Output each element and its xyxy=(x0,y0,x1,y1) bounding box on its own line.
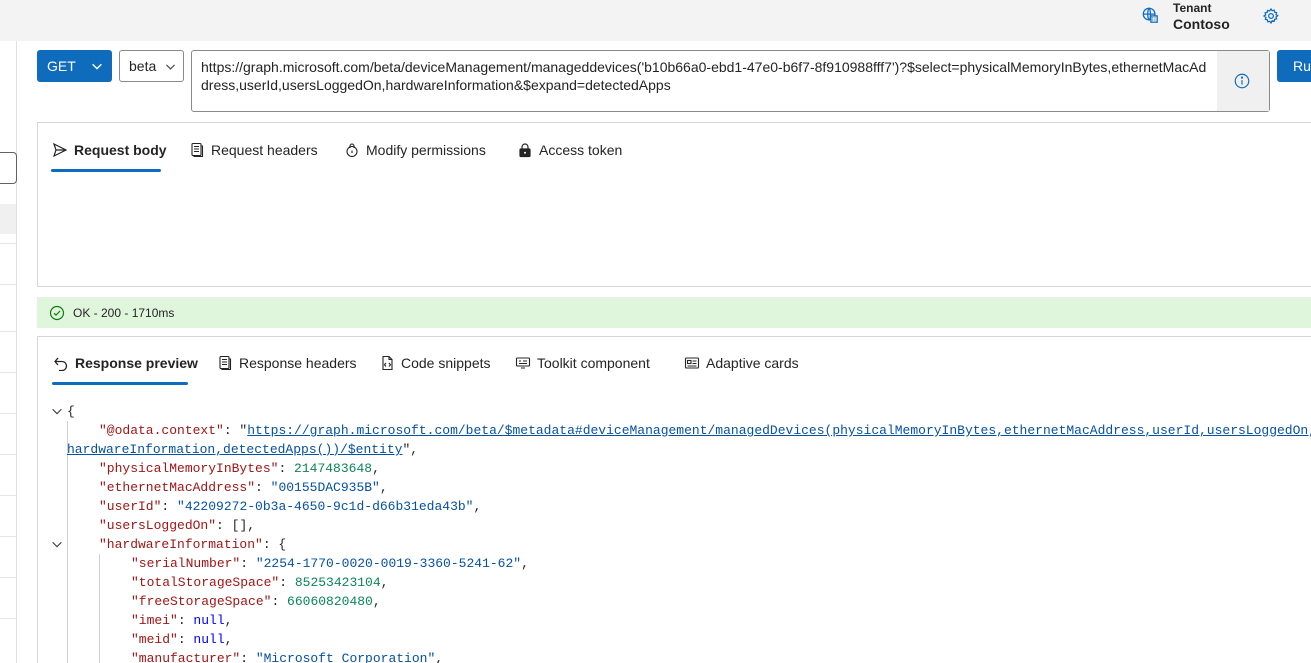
tab-modify-permissions[interactable]: Modify permissions xyxy=(344,139,486,161)
odata-context-link[interactable]: hardwareInformation,detectedApps())/$ent… xyxy=(67,442,402,457)
sidebar-divider xyxy=(0,331,16,332)
json-line: "userId": "42209272-0b3a-4650-9c1d-d66b3… xyxy=(99,499,482,514)
json-line: "usersLoggedOn": [], xyxy=(99,518,256,533)
json-line: hardwareInformation,detectedApps())/$ent… xyxy=(67,442,419,457)
tab-toolkit-component[interactable]: Toolkit component xyxy=(515,352,650,374)
tab-label: Toolkit component xyxy=(537,355,650,371)
active-tab-indicator xyxy=(52,382,188,385)
tab-label: Code snippets xyxy=(401,355,491,371)
checkmark-circle-icon xyxy=(49,305,65,320)
sidebar-divider xyxy=(0,618,16,619)
undo-arrow-icon xyxy=(54,357,68,371)
sidebar-divider xyxy=(0,577,16,578)
document-icon xyxy=(191,142,204,158)
status-bar: OK - 200 - 1710ms xyxy=(37,297,1311,328)
send-icon xyxy=(52,142,68,158)
sidebar-divider xyxy=(0,372,16,373)
response-panel: Response preview Response headers Code s… xyxy=(37,336,1311,663)
tab-response-headers[interactable]: Response headers xyxy=(217,352,357,374)
tab-response-preview[interactable]: Response preview xyxy=(53,352,198,374)
tenant-label: Tenant xyxy=(1173,1,1212,15)
query-url-text[interactable]: https://graph.microsoft.com/beta/deviceM… xyxy=(201,58,1211,94)
json-line: "imei": null, xyxy=(131,613,233,628)
status-text: OK - 200 - 1710ms xyxy=(73,305,175,320)
sidebar-divider xyxy=(0,413,16,414)
indent-guide xyxy=(99,554,100,663)
json-line: "freeStorageSpace": 66060820480, xyxy=(131,594,381,609)
document-icon xyxy=(219,355,232,371)
active-tab-indicator xyxy=(51,169,161,172)
sidebar-search-input[interactable] xyxy=(0,152,17,184)
sidebar-selected-item[interactable] xyxy=(0,204,16,234)
collapse-chevron-icon[interactable] xyxy=(50,404,64,418)
json-line: "hardwareInformation": { xyxy=(99,537,287,552)
tab-code-snippets[interactable]: Code snippets xyxy=(379,352,491,374)
json-line: "serialNumber": "2254-1770-0020-0019-336… xyxy=(131,556,529,571)
api-version-dropdown[interactable]: beta xyxy=(119,50,184,82)
tab-label: Response preview xyxy=(75,355,198,371)
sidebar-divider xyxy=(0,495,16,496)
card-icon xyxy=(684,357,700,369)
http-method-dropdown[interactable]: GET xyxy=(37,50,112,82)
chevron-down-icon xyxy=(166,64,175,70)
globe-building-icon xyxy=(1142,7,1158,23)
tab-label: Adaptive cards xyxy=(706,355,799,371)
tab-label: Request body xyxy=(74,142,167,158)
sidebar-divider xyxy=(0,243,16,244)
top-bar: Tenant Contoso xyxy=(0,0,1311,41)
tab-label: Response headers xyxy=(239,355,357,371)
query-info-button[interactable] xyxy=(1217,51,1269,111)
sidebar-divider xyxy=(0,536,16,537)
json-line: "meid": null, xyxy=(131,632,233,647)
json-line: "ethernetMacAddress": "00155DAC935B", xyxy=(99,480,388,495)
json-line: "@odata.context": "https://graph.microso… xyxy=(99,421,1311,440)
api-version-value: beta xyxy=(129,58,157,74)
tenant-name[interactable]: Contoso xyxy=(1173,16,1230,32)
json-line: "totalStorageSpace": 85253423104, xyxy=(131,575,389,590)
json-line: { xyxy=(67,404,75,419)
json-line: "physicalMemoryInBytes": 2147483648, xyxy=(99,461,380,476)
tab-adaptive-cards[interactable]: Adaptive cards xyxy=(684,352,799,374)
lock-icon xyxy=(519,143,531,158)
tab-request-headers[interactable]: Request headers xyxy=(189,139,318,161)
collapse-chevron-icon[interactable] xyxy=(50,537,64,551)
sidebar xyxy=(0,41,17,663)
request-panel: Request body Request headers Modify perm… xyxy=(37,122,1311,287)
json-line: "manufacturer": "Microsoft Corporation", xyxy=(131,651,444,663)
tab-access-token[interactable]: Access token xyxy=(517,139,622,161)
chevron-down-icon xyxy=(92,63,102,70)
run-query-button[interactable]: Ru xyxy=(1277,50,1311,82)
tab-label: Request headers xyxy=(211,142,318,158)
info-icon xyxy=(1234,73,1250,89)
code-document-icon xyxy=(382,355,393,371)
tab-request-body[interactable]: Request body xyxy=(52,139,167,161)
component-icon xyxy=(515,357,531,369)
odata-context-link[interactable]: https://graph.microsoft.com/beta/$metada… xyxy=(247,423,1311,438)
tab-label: Access token xyxy=(539,142,623,158)
http-method-value: GET xyxy=(47,58,76,74)
shield-lock-icon xyxy=(346,143,358,158)
sidebar-divider xyxy=(0,454,16,455)
query-url-input[interactable]: https://graph.microsoft.com/beta/deviceM… xyxy=(191,50,1270,112)
tab-label: Modify permissions xyxy=(366,142,486,158)
gear-icon[interactable] xyxy=(1262,7,1280,25)
sidebar-divider xyxy=(0,284,16,285)
